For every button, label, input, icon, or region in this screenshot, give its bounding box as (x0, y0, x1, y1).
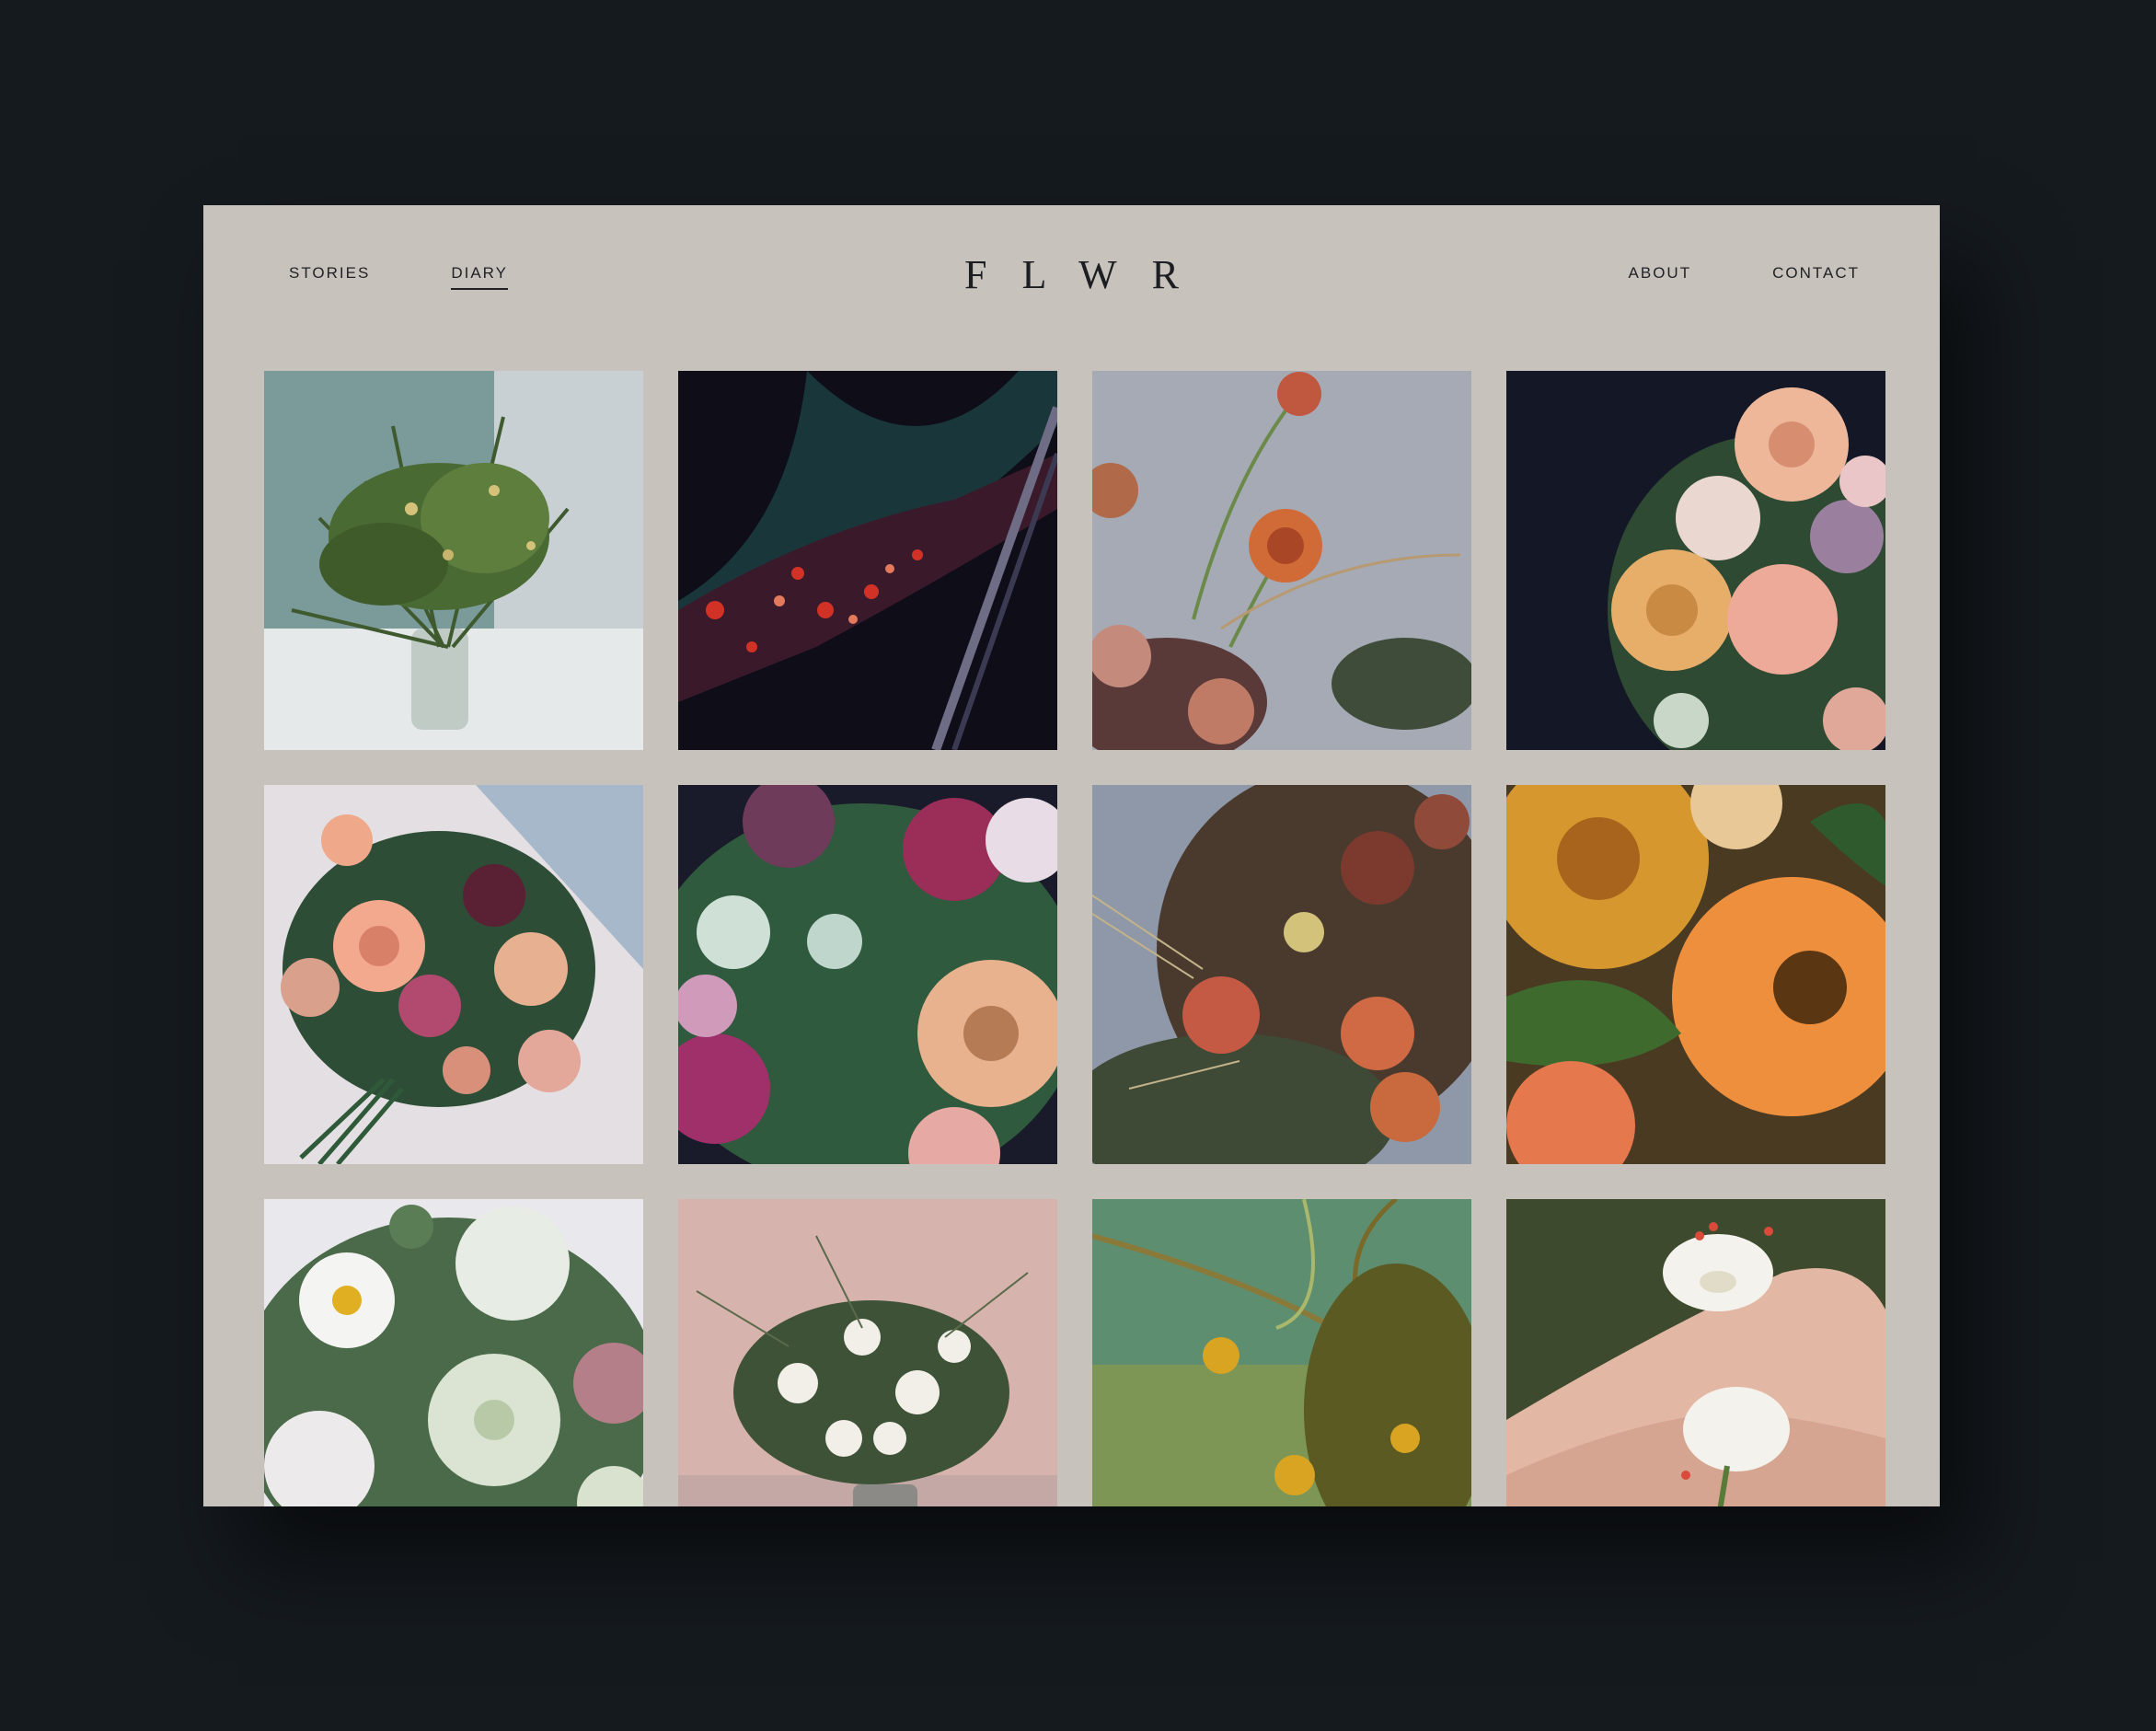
photo-tile[interactable] (1506, 1199, 1885, 1506)
photo-tile[interactable] (678, 1199, 1057, 1506)
photo-tile[interactable] (264, 371, 643, 750)
photo-tile[interactable] (1092, 1199, 1471, 1506)
peach-ranunculus-bouquet-image (1506, 371, 1885, 750)
nav-about-link[interactable]: ABOUT (1629, 264, 1692, 288)
website-page: STORIES DIARY FLWR ABOUT CONTACT (203, 205, 1940, 1506)
white-daisy-lisianthus-image (264, 1199, 643, 1506)
autumn-rose-arrangement-image (1092, 785, 1471, 1164)
photo-tile[interactable] (678, 371, 1057, 750)
photo-tile[interactable] (264, 1199, 643, 1506)
photo-tile[interactable] (678, 785, 1057, 1164)
photo-grid (264, 371, 1885, 1506)
fern-bouquet-in-glass-vase-image (264, 371, 643, 750)
yellow-flowers-on-green-image (1092, 1199, 1471, 1506)
calla-lilies-on-skin-image (1506, 1199, 1885, 1506)
photo-tile[interactable] (1506, 371, 1885, 750)
photo-tile[interactable] (1092, 785, 1471, 1164)
nav-contact-link[interactable]: CONTACT (1772, 264, 1860, 288)
photo-tile[interactable] (1506, 785, 1885, 1164)
petals-on-dark-street-image (678, 371, 1057, 750)
photo-tile[interactable] (1092, 371, 1471, 750)
orange-ranunculus-closeup-image (1506, 785, 1885, 1164)
white-bouquet-in-vase-image (678, 1199, 1057, 1506)
plum-rose-ranunculus-closeup-image (678, 785, 1057, 1164)
pink-rose-bouquet-image (264, 785, 643, 1164)
orange-ranunculus-stems-image (1092, 371, 1471, 750)
photo-tile[interactable] (264, 785, 643, 1164)
primary-nav-right: ABOUT CONTACT (1629, 264, 1860, 288)
